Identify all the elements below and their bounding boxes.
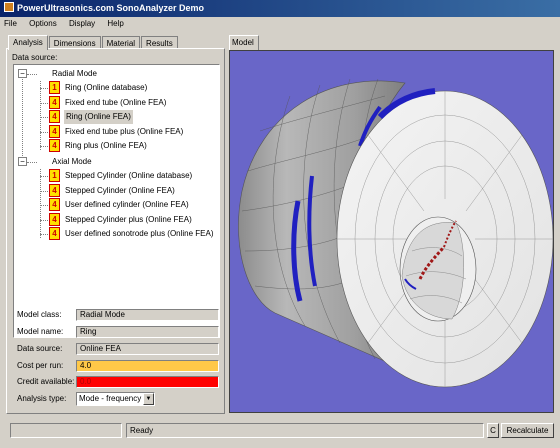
model-class-label: Model class: — [17, 310, 62, 319]
menu-display[interactable]: Display — [69, 19, 95, 28]
tab-analysis[interactable]: Analysis — [8, 35, 48, 50]
tree-connector — [40, 103, 48, 104]
tree-item-stepped-cylinder-fea[interactable]: Stepped Cylinder (Online FEA) — [65, 184, 175, 198]
credit-available-label: Credit available: — [17, 377, 75, 386]
tree-group-axial-mode[interactable]: Axial Mode — [52, 155, 92, 169]
tree-connector — [40, 176, 48, 177]
tree-connector — [27, 162, 37, 163]
fea-icon: 4 — [49, 213, 60, 226]
recalculate-button[interactable]: Recalculate — [501, 423, 554, 438]
tree-group-radial-mode[interactable]: Radial Mode — [52, 67, 97, 81]
window-title: PowerUltrasonics.com SonoAnalyzer Demo — [17, 3, 205, 13]
tab-strip: Analysis Dimensions Material Results — [8, 35, 179, 50]
model-name-field: Ring — [76, 326, 219, 338]
title-bar: PowerUltrasonics.com SonoAnalyzer Demo — [0, 0, 560, 17]
ring-3d-model — [238, 78, 554, 388]
credit-available-field: 0.0 — [76, 376, 219, 388]
menu-help[interactable]: Help — [107, 19, 123, 28]
tree-item-ring-plus-fea[interactable]: Ring plus (Online FEA) — [65, 139, 147, 153]
tree-connector — [22, 74, 23, 160]
fea-icon: 4 — [49, 110, 60, 123]
fea-icon: 4 — [49, 139, 60, 152]
database-icon: 1 — [49, 169, 60, 182]
collapse-radial-icon[interactable]: − — [18, 69, 27, 78]
fea-icon: 4 — [49, 125, 60, 138]
tree-connector — [27, 74, 37, 75]
tree-connector — [40, 81, 41, 150]
tree-item-fixed-end-tube-fea[interactable]: Fixed end tube (Online FEA) — [65, 96, 166, 110]
cost-per-run-field: 4.0 — [76, 360, 219, 372]
analysis-type-label: Analysis type: — [17, 394, 67, 403]
analysis-type-value: Mode - frequency — [79, 394, 142, 403]
database-icon: 1 — [49, 81, 60, 94]
tree-connector — [40, 169, 41, 238]
tree-item-ring-online-database[interactable]: Ring (Online database) — [65, 81, 147, 95]
tree-connector — [40, 88, 48, 89]
fea-icon: 4 — [49, 184, 60, 197]
tree-item-user-defined-cylinder-fea[interactable]: User defined cylinder (Online FEA) — [65, 198, 189, 212]
model-class-field: Radial Mode — [76, 309, 219, 321]
tree-item-fixed-end-tube-plus-fea[interactable]: Fixed end tube plus (Online FEA) — [65, 125, 183, 139]
left-panel: Analysis Dimensions Material Results Dat… — [4, 32, 225, 414]
tree-item-user-defined-sonotrode-plus-fea[interactable]: User defined sonotrode plus (Online FEA) — [65, 227, 214, 241]
collapse-axial-icon[interactable]: − — [18, 157, 27, 166]
tree-connector — [40, 117, 48, 118]
status-small-button[interactable]: C — [487, 423, 499, 438]
tree-connector — [40, 146, 48, 147]
cost-per-run-label: Cost per run: — [17, 361, 64, 370]
chevron-down-icon[interactable]: ▼ — [143, 393, 154, 405]
fea-icon: 4 — [49, 227, 60, 240]
model-viewport[interactable] — [229, 50, 554, 413]
menu-file[interactable]: File — [4, 19, 17, 28]
data-source-tree[interactable]: − Radial Mode 1 Ring (Online database) 4… — [13, 64, 220, 338]
tree-connector — [40, 191, 48, 192]
tree-connector — [40, 132, 48, 133]
status-bar: Ready C Recalculate — [0, 419, 560, 448]
tree-item-stepped-cylinder-plus-fea[interactable]: Stepped Cylinder plus (Online FEA) — [65, 213, 192, 227]
tree-connector — [40, 205, 48, 206]
status-text: Ready — [126, 423, 484, 438]
status-progress — [10, 423, 122, 438]
tab-model[interactable]: Model — [229, 35, 259, 50]
tree-item-stepped-cylinder-database[interactable]: Stepped Cylinder (Online database) — [65, 169, 192, 183]
tree-connector — [40, 234, 48, 235]
tree-connector — [40, 220, 48, 221]
tree-item-ring-fea-selected[interactable]: Ring (Online FEA) — [64, 110, 133, 124]
fea-icon: 4 — [49, 96, 60, 109]
data-source-heading: Data source: — [12, 53, 58, 62]
menu-options[interactable]: Options — [29, 19, 57, 28]
model-name-label: Model name: — [17, 327, 64, 336]
data-source-label: Data source: — [17, 344, 63, 353]
analysis-type-select[interactable]: Mode - frequency ▼ — [76, 392, 155, 406]
data-source-field: Online FEA — [76, 343, 219, 355]
fea-icon: 4 — [49, 198, 60, 211]
app-icon — [4, 2, 14, 12]
menu-bar: File Options Display Help — [0, 17, 560, 31]
